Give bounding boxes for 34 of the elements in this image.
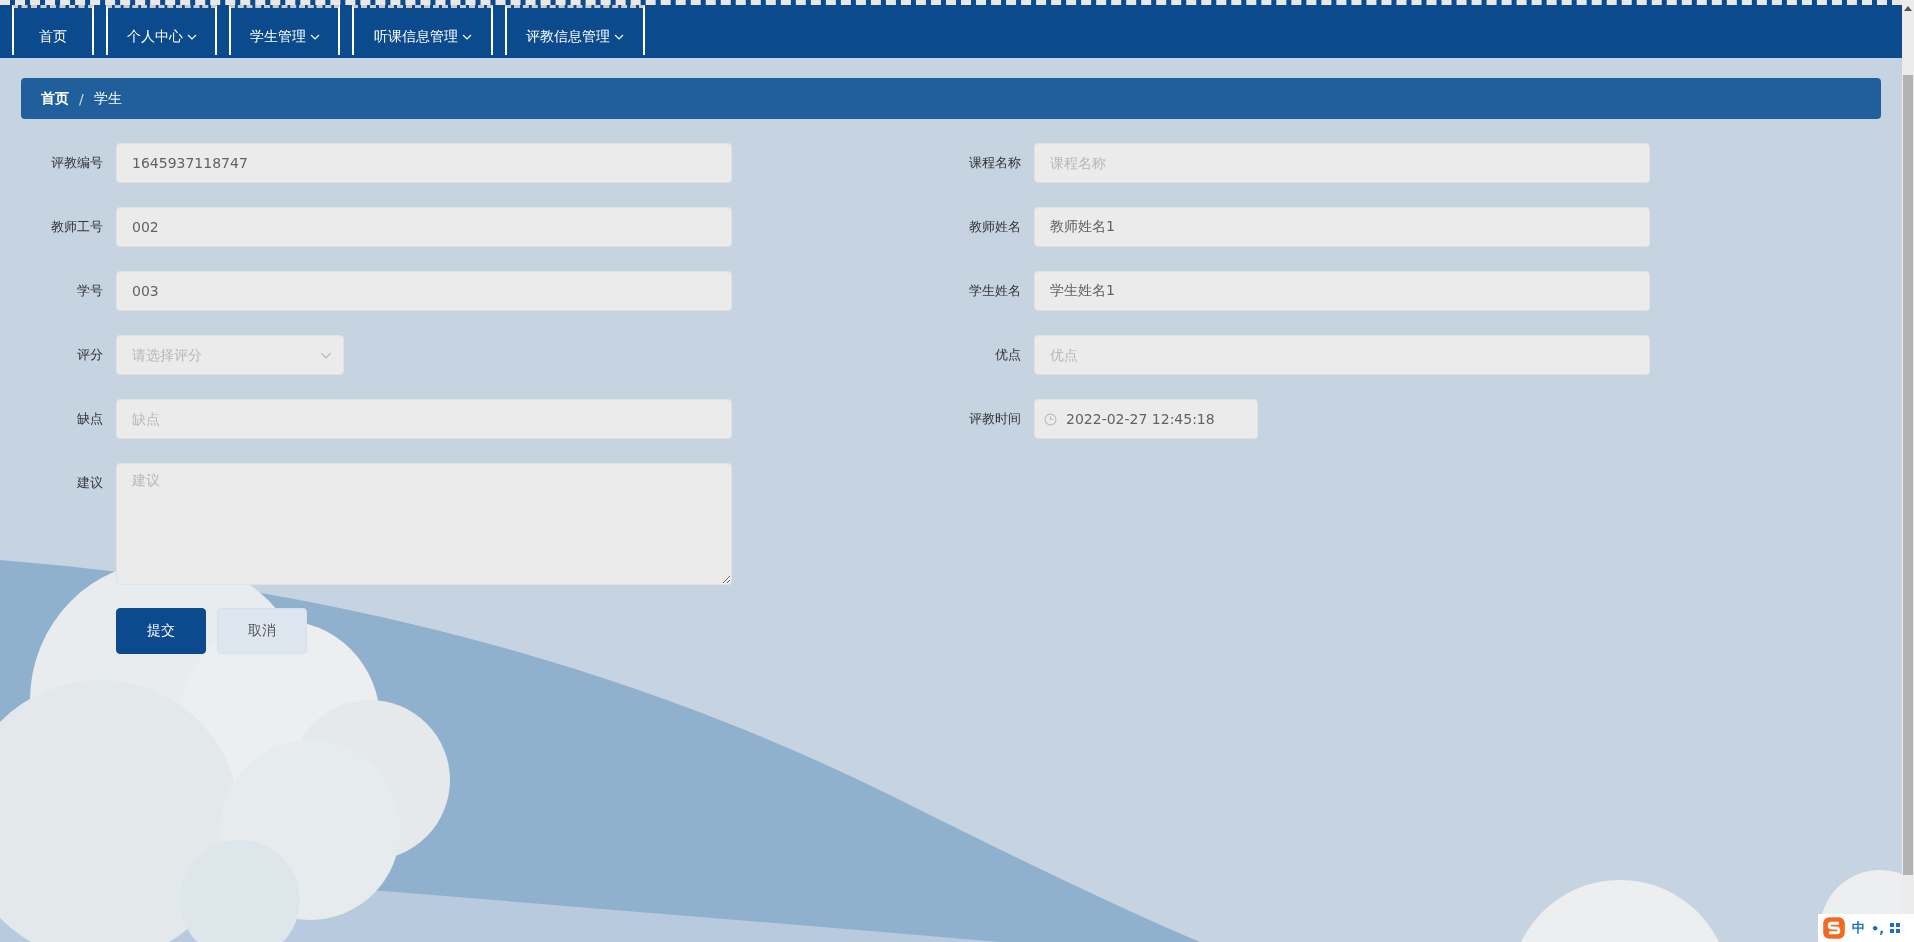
clock-icon [1044, 413, 1057, 426]
cancel-button[interactable]: 取消 [217, 608, 307, 654]
input-field[interactable]: 003 [116, 271, 732, 311]
chevron-down-icon [320, 352, 332, 359]
ime-punctuation[interactable]: •, [1871, 920, 1885, 936]
field-label: 学生姓名 [968, 282, 1022, 300]
breadcrumb-item[interactable]: 首页 [41, 89, 69, 108]
nav-tab[interactable]: 评教信息管理 [505, 5, 645, 55]
field-label: 学号 [76, 282, 104, 300]
field-label: 优点 [994, 346, 1022, 364]
datetime-field[interactable]: 2022-02-27 12:45:18 [1034, 399, 1258, 439]
nav-tab[interactable]: 个人中心 [106, 5, 217, 55]
breadcrumb-item[interactable]: 学生 [93, 89, 122, 108]
field-label: 评教时间 [968, 410, 1022, 428]
submit-button[interactable]: 提交 [116, 608, 206, 654]
field-label: 教师工号 [50, 218, 104, 236]
nav-tab[interactable]: 学生管理 [229, 5, 340, 55]
field-label: 评教编号 [50, 154, 104, 172]
nav-tab[interactable]: 听课信息管理 [352, 5, 493, 55]
ime-mode[interactable]: 中 [1852, 919, 1865, 937]
input-field[interactable]: 教师姓名1 [1034, 207, 1650, 247]
input-field[interactable]: 1645937118747 [116, 143, 732, 183]
field-label: 建议 [76, 474, 104, 492]
scroll-up-icon[interactable] [1904, 6, 1912, 11]
field-label: 教师姓名 [968, 218, 1022, 236]
field-label: 缺点 [76, 410, 104, 428]
scrollbar-thumb[interactable] [1903, 75, 1913, 875]
field-label: 评分 [76, 346, 104, 364]
grid-icon[interactable] [1890, 923, 1901, 933]
field-label: 课程名称 [968, 154, 1022, 172]
breadcrumb-separator: / [79, 90, 84, 107]
nav-tab[interactable]: 首页 [12, 5, 94, 55]
input-field[interactable]: 学生姓名1 [1034, 271, 1650, 311]
input-field[interactable]: 002 [116, 207, 732, 247]
